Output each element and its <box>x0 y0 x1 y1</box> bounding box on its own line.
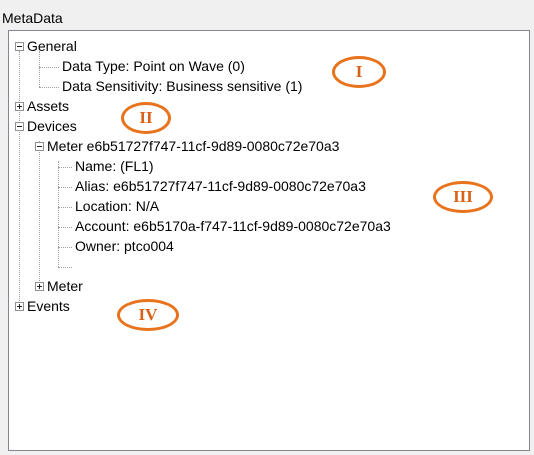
tree-node-devices[interactable]: Devices <box>27 116 77 136</box>
tree-line <box>39 67 59 68</box>
tree-line <box>58 267 72 268</box>
tree-node-assets[interactable]: Assets <box>27 96 69 116</box>
tree-node-meter-alias[interactable]: Alias: e6b51727f747-11cf-9d89-0080c72e70… <box>75 176 366 196</box>
expand-icon[interactable] <box>15 102 24 111</box>
tree-node-meter-2[interactable]: Meter <box>47 276 83 296</box>
annotation-marker-iii: III <box>433 181 493 213</box>
annotation-marker-iv: IV <box>117 299 179 331</box>
tree-node-data-sensitivity[interactable]: Data Sensitivity: Business sensitive (1) <box>62 76 302 96</box>
tree-line <box>58 167 72 168</box>
tree-line <box>19 51 20 307</box>
annotation-marker-i: I <box>332 56 386 88</box>
tree-line <box>58 161 59 267</box>
metadata-groupbox: MetaData General Data Type: Point on Wav… <box>0 0 534 455</box>
collapse-icon[interactable] <box>35 142 44 151</box>
tree-line <box>39 51 40 87</box>
tree-node-meter-owner[interactable]: Owner: ptco004 <box>75 236 174 256</box>
collapse-icon[interactable] <box>15 122 24 131</box>
tree-line <box>39 87 59 88</box>
tree-node-meter-location[interactable]: Location: N/A <box>75 196 159 216</box>
annotation-marker-ii: II <box>121 102 171 134</box>
tree-line <box>39 141 40 281</box>
tree-node-events[interactable]: Events <box>27 296 70 316</box>
tree-line <box>58 207 72 208</box>
expand-icon[interactable] <box>35 282 44 291</box>
collapse-icon[interactable] <box>15 42 24 51</box>
metadata-tree[interactable]: General Data Type: Point on Wave (0) Dat… <box>8 30 530 451</box>
tree-node-meter-account[interactable]: Account: e6b5170a-f747-11cf-9d89-0080c72… <box>75 216 391 236</box>
tree-line <box>58 187 72 188</box>
groupbox-title: MetaData <box>2 10 63 26</box>
tree-node-meter-name[interactable]: Name: (FL1) <box>75 156 154 176</box>
tree-line <box>58 227 72 228</box>
expand-icon[interactable] <box>15 302 24 311</box>
tree-node-meter[interactable]: Meter e6b51727f747-11cf-9d89-0080c72e70a… <box>47 136 339 156</box>
tree-node-data-type[interactable]: Data Type: Point on Wave (0) <box>62 56 245 76</box>
tree-node-general[interactable]: General <box>27 36 77 56</box>
tree-line <box>58 247 72 248</box>
